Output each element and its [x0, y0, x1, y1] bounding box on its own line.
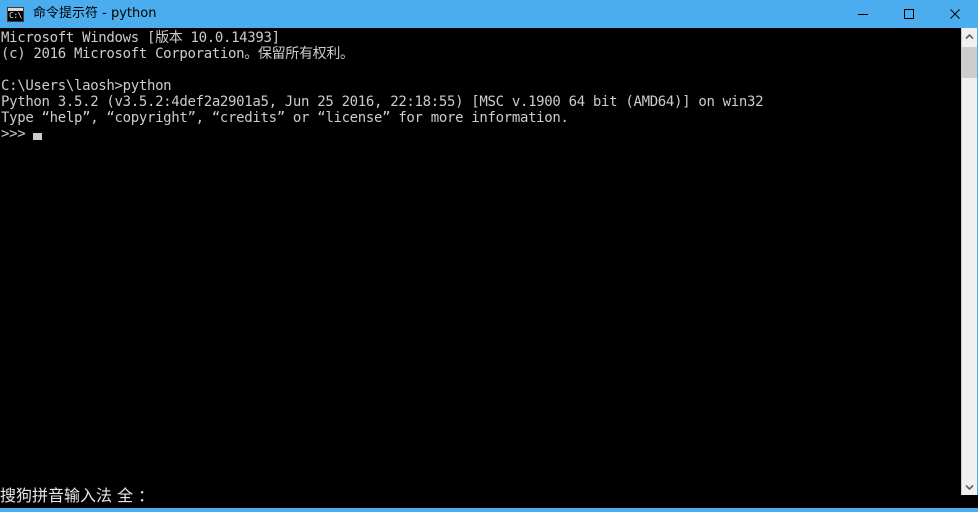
- window-titlebar[interactable]: C:\. 命令提示符 - python: [0, 0, 978, 28]
- maximize-icon: [903, 8, 915, 20]
- console-prompt-line: >>>: [1, 126, 961, 142]
- console-line: C:\Users\laosh>python: [1, 78, 172, 94]
- scroll-down-button[interactable]: [962, 478, 977, 495]
- minimize-button[interactable]: [840, 0, 886, 28]
- minimize-icon: [857, 8, 869, 20]
- prompt-text: >>>: [1, 126, 26, 142]
- window-controls: [840, 0, 978, 28]
- window-title: 命令提示符 - python: [33, 6, 157, 21]
- text-cursor: [33, 133, 42, 140]
- console-lines: Microsoft Windows [版本 10.0.14393] (c) 20…: [0, 28, 961, 142]
- cmd-icon-glyph: C:\.: [9, 10, 23, 20]
- ime-status-text: 搜狗拼音输入法 全 ：: [0, 485, 155, 505]
- ime-status-bar: 搜狗拼音输入法 全 ：: [0, 483, 961, 508]
- console-line: (c) 2016 Microsoft Corporation。保留所有权利。: [1, 46, 354, 62]
- console-line: Type “help”, “copyright”, “credits” or “…: [1, 110, 569, 126]
- close-button[interactable]: [932, 0, 978, 28]
- scrollbar-thumb[interactable]: [962, 47, 977, 78]
- console-line: Microsoft Windows [版本 10.0.14393]: [1, 30, 280, 46]
- console-line: Python 3.5.2 (v3.5.2:4def2a2901a5, Jun 2…: [1, 94, 764, 110]
- scroll-up-button[interactable]: [962, 28, 977, 45]
- console-output-area[interactable]: Microsoft Windows [版本 10.0.14393] (c) 20…: [0, 28, 961, 483]
- cmd-console-icon: C:\.: [7, 6, 24, 22]
- titlebar-left-group: C:\. 命令提示符 - python: [0, 6, 840, 22]
- close-icon: [949, 8, 961, 20]
- chevron-down-icon: [965, 484, 974, 490]
- chevron-up-icon: [965, 33, 974, 40]
- vertical-scrollbar[interactable]: [961, 28, 977, 495]
- window-bottom-border: [0, 508, 978, 512]
- cmd-window: C:\. 命令提示符 - python: [0, 0, 978, 512]
- maximize-button[interactable]: [886, 0, 932, 28]
